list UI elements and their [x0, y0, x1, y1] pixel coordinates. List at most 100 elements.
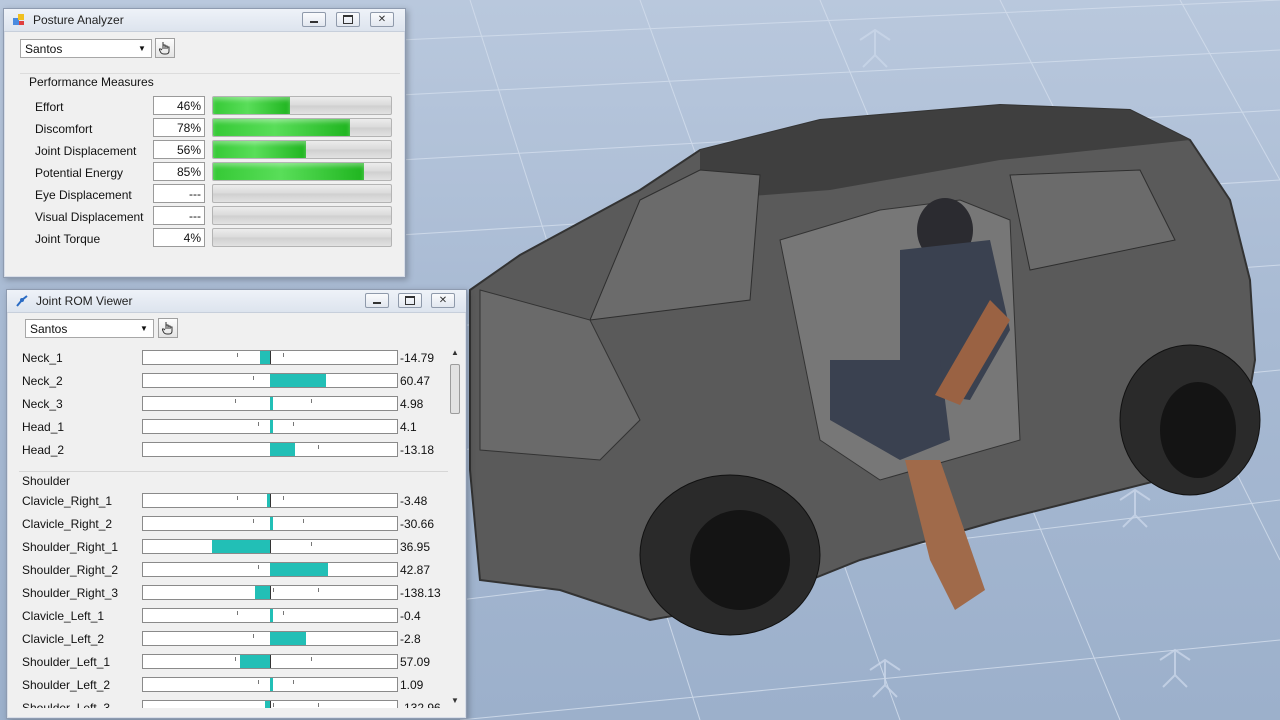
- maximize-icon: [405, 296, 415, 305]
- joint-rom-slider[interactable]: [142, 350, 398, 365]
- joint-angle-marker[interactable]: [270, 563, 329, 576]
- measure-row: Joint Displacement 56%: [20, 140, 400, 160]
- measure-progress-fill: [213, 163, 365, 180]
- measure-value: 78%: [153, 118, 205, 137]
- joint-row: Neck_3 4.98: [19, 394, 448, 414]
- joint-rom-slider[interactable]: [142, 373, 398, 388]
- joint-rom-slider[interactable]: [142, 700, 398, 708]
- car-model: [469, 103, 1261, 636]
- minimize-button[interactable]: [365, 293, 389, 308]
- joint-row: Clavicle_Left_1 -0.4: [19, 606, 448, 626]
- limit-tick: [311, 657, 312, 661]
- scrollbar-thumb[interactable]: [450, 364, 460, 414]
- joint-rom-slider[interactable]: [142, 562, 398, 577]
- joint-rom-slider[interactable]: [142, 419, 398, 434]
- limit-tick: [258, 422, 259, 426]
- limit-tick: [273, 703, 274, 707]
- limit-tick: [258, 565, 259, 569]
- joint-angle-marker[interactable]: [259, 351, 270, 364]
- joint-angle-marker[interactable]: [270, 397, 273, 410]
- joint-angle-value: -138.13: [400, 586, 441, 600]
- joint-angle-value: 57.09: [400, 655, 431, 669]
- scroll-up-icon[interactable]: ▲: [448, 348, 462, 360]
- avatar-select[interactable]: Santos ▼: [20, 39, 152, 58]
- joint-angle-marker[interactable]: [267, 494, 271, 507]
- joint-label: Neck_3: [22, 397, 63, 411]
- measure-value: 4%: [153, 228, 205, 247]
- minimize-button[interactable]: [302, 12, 326, 27]
- measure-progress-bar: [212, 118, 392, 137]
- joint-angle-marker[interactable]: [270, 632, 306, 645]
- joint-label: Shoulder_Left_1: [22, 655, 111, 669]
- measure-progress-bar: [212, 96, 392, 115]
- maximize-button[interactable]: [398, 293, 422, 308]
- joint-rom-slider[interactable]: [142, 608, 398, 623]
- joint-rom-slider[interactable]: [142, 493, 398, 508]
- limit-tick: [283, 353, 284, 357]
- joint-label: Shoulder_Right_1: [22, 540, 119, 554]
- joint-row: Shoulder_Right_2 42.87: [19, 560, 448, 580]
- joint-angle-marker[interactable]: [270, 374, 326, 387]
- joint-label: Neck_2: [22, 374, 63, 388]
- measure-row: Joint Torque 4%: [20, 228, 400, 248]
- joint-label: Clavicle_Right_1: [22, 494, 113, 508]
- measure-label: Potential Energy: [35, 166, 124, 180]
- vertical-scrollbar[interactable]: ▲ ▼: [448, 348, 462, 708]
- joint-rom-slider[interactable]: [142, 516, 398, 531]
- measure-value: ---: [153, 206, 205, 225]
- limit-tick: [237, 611, 238, 615]
- joint-rom-list: Neck_1 -14.79 Neck_2 60.47 Neck_3 4.98 Head_1 4…: [19, 348, 448, 708]
- hand-pointer-icon: [162, 322, 173, 335]
- chevron-down-icon: ▼: [138, 44, 146, 53]
- select-avatar-button[interactable]: [158, 318, 178, 338]
- joint-angle-marker[interactable]: [270, 420, 273, 433]
- joint-angle-marker[interactable]: [254, 586, 270, 599]
- close-button[interactable]: ✕: [370, 12, 394, 27]
- limit-tick: [293, 680, 294, 684]
- limit-tick: [253, 634, 254, 638]
- joint-angle-marker[interactable]: [270, 443, 296, 456]
- joint-row: Clavicle_Right_1 -3.48: [19, 491, 448, 511]
- joint-rom-slider[interactable]: [142, 677, 398, 692]
- joint-angle-marker[interactable]: [270, 678, 273, 691]
- select-avatar-button[interactable]: [155, 38, 175, 58]
- joint-row: Neck_1 -14.79: [19, 348, 448, 368]
- joint-rom-slider[interactable]: [142, 631, 398, 646]
- joint-label: Shoulder_Left_2: [22, 678, 111, 692]
- measure-row: Discomfort 78%: [20, 118, 400, 138]
- measure-progress-bar: [212, 140, 392, 159]
- measure-value: ---: [153, 184, 205, 203]
- limit-tick: [318, 588, 319, 592]
- joint-angle-marker[interactable]: [270, 517, 273, 530]
- measure-label: Discomfort: [35, 122, 93, 136]
- joint-angle-value: -13.18: [400, 443, 435, 457]
- measure-row: Potential Energy 85%: [20, 162, 400, 182]
- close-button[interactable]: ✕: [431, 293, 455, 308]
- limit-tick: [318, 445, 319, 449]
- joint-angle-marker[interactable]: [239, 655, 270, 668]
- joint-rom-titlebar[interactable]: Joint ROM Viewer ✕: [7, 290, 466, 313]
- joint-label: Shoulder_Left_3: [22, 701, 111, 708]
- limit-tick: [311, 542, 312, 546]
- joint-angle-marker[interactable]: [270, 609, 273, 622]
- joint-rom-viewer-window: Joint ROM Viewer ✕ Santos ▼ Neck_1 -14.79…: [6, 289, 467, 719]
- joint-angle-value: 60.47: [400, 374, 431, 388]
- scroll-down-icon[interactable]: ▼: [448, 696, 462, 708]
- joint-angle-marker[interactable]: [211, 540, 270, 553]
- joint-rom-slider[interactable]: [142, 396, 398, 411]
- joint-angle-value: 4.1: [400, 420, 417, 434]
- joint-row: Head_2 -13.18: [19, 440, 448, 460]
- maximize-button[interactable]: [336, 12, 360, 27]
- joint-rom-slider[interactable]: [142, 585, 398, 600]
- measure-label: Visual Displacement: [35, 210, 144, 224]
- joint-rom-slider[interactable]: [142, 539, 398, 554]
- measure-value: 56%: [153, 140, 205, 159]
- joint-angle-marker[interactable]: [264, 701, 270, 708]
- measure-label: Effort: [35, 100, 64, 114]
- joint-angle-value: 1.09: [400, 678, 424, 692]
- joint-angle-value: -0.4: [400, 609, 421, 623]
- avatar-select[interactable]: Santos ▼: [25, 319, 154, 338]
- joint-rom-slider[interactable]: [142, 654, 398, 669]
- posture-analyzer-titlebar[interactable]: Posture Analyzer ✕: [4, 9, 405, 32]
- joint-rom-slider[interactable]: [142, 442, 398, 457]
